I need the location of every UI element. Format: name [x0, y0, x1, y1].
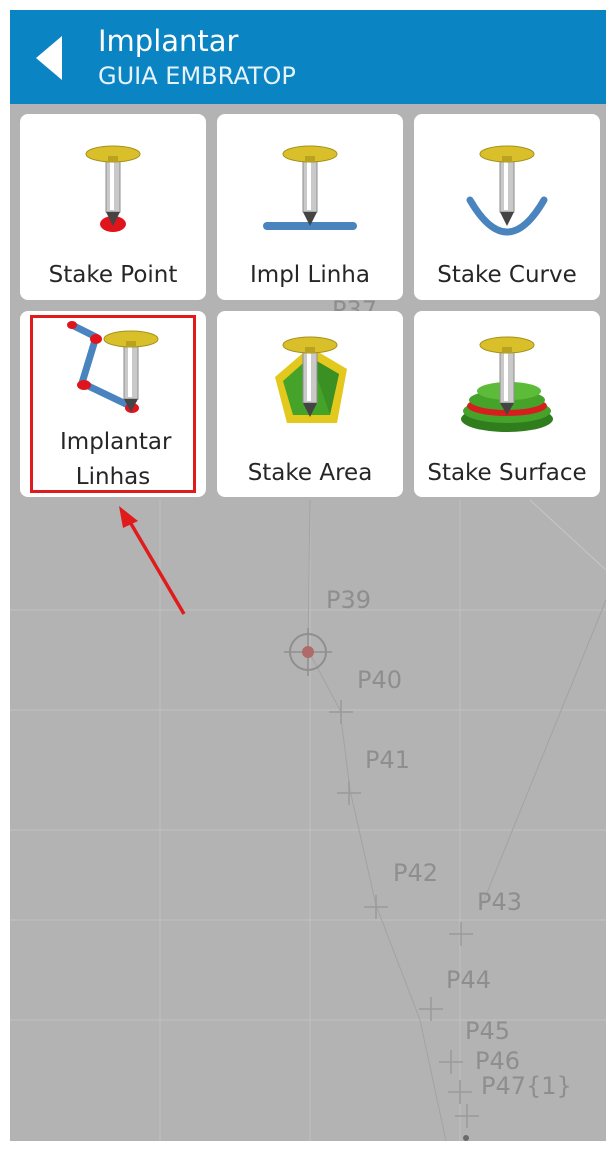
- map-point-label: P42: [393, 859, 439, 887]
- stake-area-tile[interactable]: Stake Area: [217, 311, 403, 497]
- map-point-label: P39: [326, 586, 372, 614]
- tile-label: Stake Point: [48, 262, 178, 288]
- page-subtitle: GUIA EMBRATOP: [98, 62, 296, 90]
- stake-surface-tile[interactable]: Stake Surface: [414, 311, 600, 497]
- map-point-label: P46: [475, 1047, 521, 1075]
- map-point-label: P47{1}: [481, 1072, 572, 1100]
- map-point-label: P45: [465, 1017, 511, 1045]
- tile-label: Impl Linha: [250, 262, 370, 288]
- app-frame: P37 P39 P40 P41 P42 P43 P44 P45 P46 P47{…: [10, 10, 606, 1141]
- map-point-label: P41: [365, 746, 411, 774]
- crosshair-icon: [284, 628, 332, 676]
- stake-point-tile[interactable]: Stake Point: [20, 114, 206, 300]
- back-button[interactable]: [28, 28, 84, 88]
- stake-line-tile[interactable]: Impl Linha: [217, 114, 403, 300]
- tile-label: Stake Curve: [437, 262, 577, 288]
- stake-polyline-tile[interactable]: Implantar Linhas: [20, 311, 206, 497]
- stake-point-icon: [85, 145, 141, 232]
- tile-label: Stake Area: [247, 460, 373, 486]
- stake-surface-icon: [461, 336, 553, 432]
- tile-label: Stake Surface: [427, 460, 587, 486]
- stake-curve-icon: [466, 145, 548, 236]
- back-arrow-icon: [36, 36, 62, 80]
- tile-label: Implantar Linhas: [60, 429, 172, 490]
- stake-menu-grid: Stake Point Impl Linha Stake Curve Impla…: [20, 114, 600, 500]
- stake-polyline-icon: [67, 321, 159, 413]
- map-point-label: P40: [357, 666, 403, 694]
- app-header: Implantar GUIA EMBRATOP: [10, 10, 606, 104]
- stake-line-icon: [263, 145, 357, 230]
- stake-curve-tile[interactable]: Stake Curve: [414, 114, 600, 300]
- map-point-label: P44: [446, 966, 492, 994]
- stake-area-icon: [275, 336, 347, 423]
- map-point-label: P43: [477, 888, 523, 916]
- page-title: Implantar: [98, 24, 239, 58]
